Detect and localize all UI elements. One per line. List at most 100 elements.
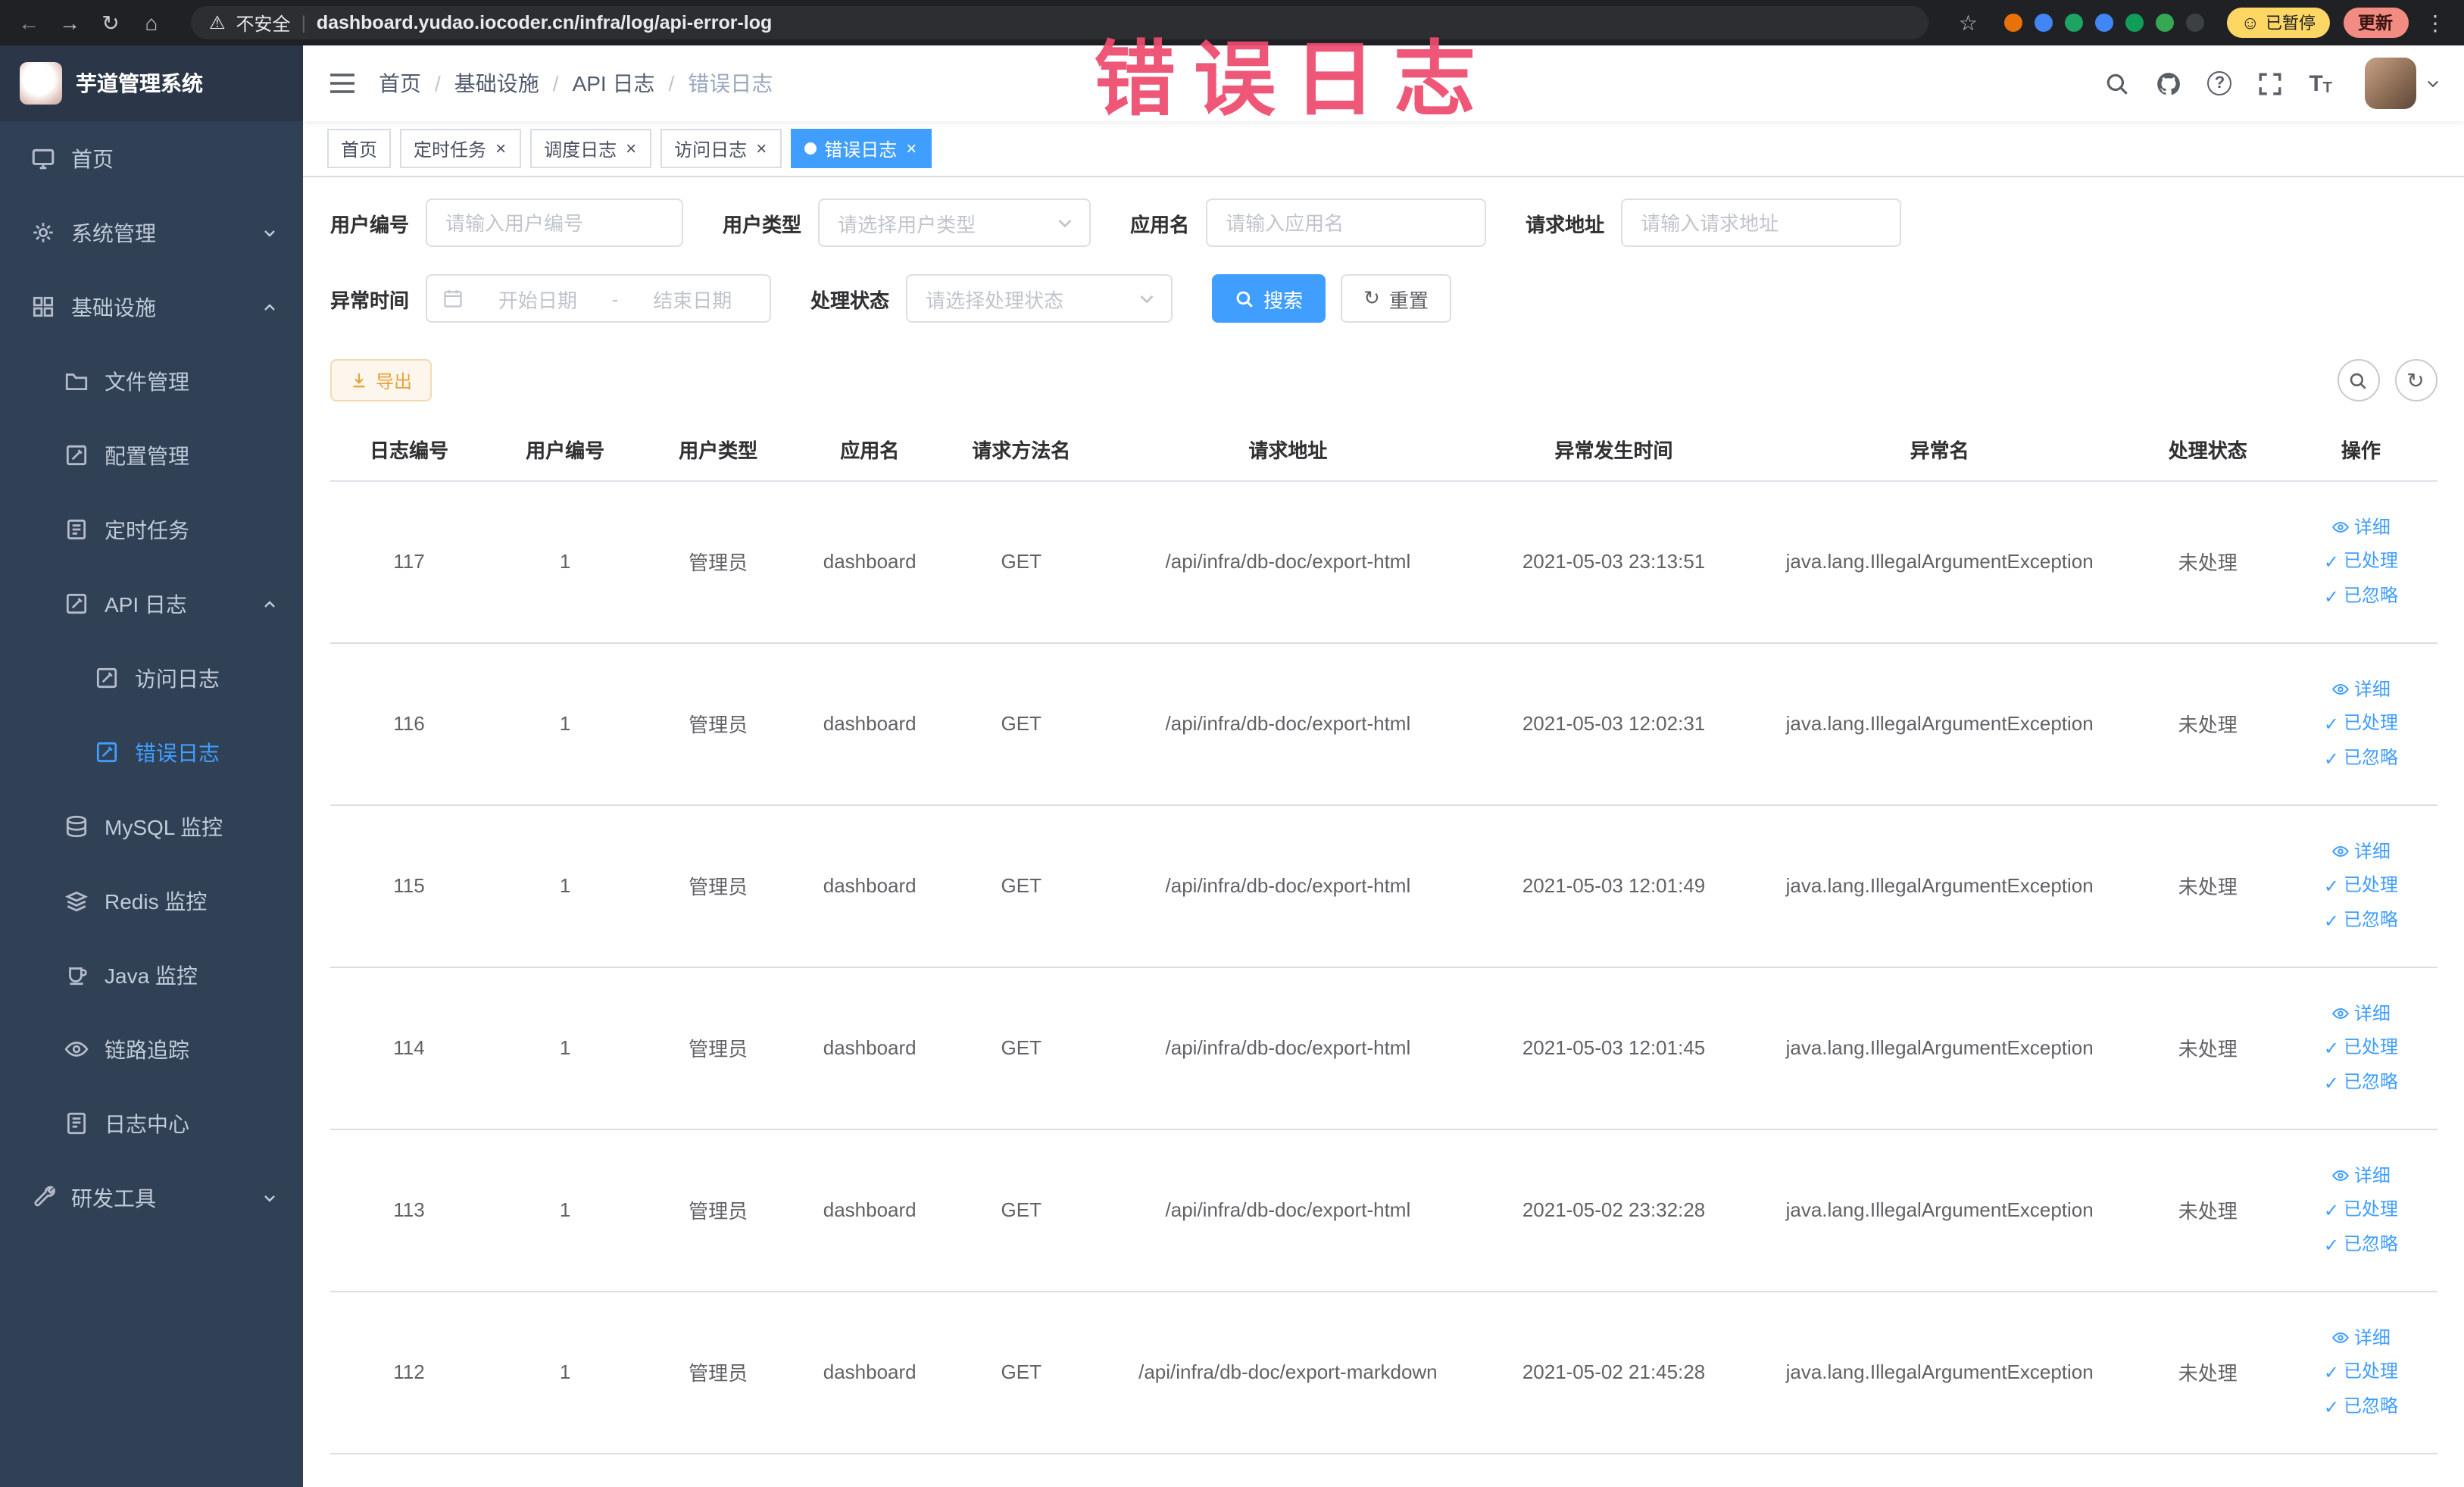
extension-icon[interactable]	[2095, 14, 2114, 32]
cell-process-status: 未处理	[2130, 642, 2285, 805]
mark-processed-link[interactable]: ✓ 已处理	[2285, 543, 2437, 578]
sidebar-item-log-center[interactable]: 日志中心	[0, 1086, 303, 1161]
back-icon[interactable]: ←	[15, 12, 42, 33]
detail-link[interactable]: 详细	[2285, 510, 2437, 543]
sidebar-item-redis-monitor[interactable]: Redis 监控	[0, 864, 303, 938]
sidebar-item-file-management[interactable]: 文件管理	[0, 344, 303, 418]
cell-exception-name: java.lang.IllegalArgumentException	[1748, 967, 2131, 1129]
sidebar-item-trace[interactable]: 链路追踪	[0, 1012, 303, 1086]
close-icon[interactable]: ×	[904, 139, 918, 158]
mark-ignored-link[interactable]: ✓ 已忽略	[2285, 902, 2437, 937]
extension-icon[interactable]	[2065, 14, 2084, 32]
sidebar-item-system-management[interactable]: 系统管理	[0, 195, 303, 270]
mark-processed-link[interactable]: ✓ 已处理	[2285, 705, 2437, 740]
fullscreen-icon[interactable]	[2257, 70, 2283, 96]
page-header: 首页 / 基础设施 / API 日志 / 错误日志 ? TT	[303, 45, 2464, 121]
mark-processed-link[interactable]: ✓ 已处理	[2285, 867, 2437, 902]
mark-ignored-link[interactable]: ✓ 已忽略	[2285, 740, 2437, 775]
forward-icon[interactable]: →	[56, 12, 83, 33]
app-name-input[interactable]	[1206, 198, 1487, 247]
search-button[interactable]: 搜索	[1212, 274, 1326, 323]
breadcrumb-home[interactable]: 首页	[379, 68, 421, 98]
chevron-down-icon	[1056, 214, 1074, 232]
sidebar-item-scheduled-tasks[interactable]: 定时任务	[0, 492, 303, 567]
detail-link[interactable]: 详细	[2285, 672, 2437, 705]
github-icon[interactable]	[2156, 70, 2181, 96]
search-toggle-button[interactable]	[2337, 359, 2379, 401]
paused-extension-badge[interactable]: ☺ 已暂停	[2227, 8, 2329, 38]
sidebar-item-dev-tools[interactable]: 研发工具	[0, 1161, 303, 1235]
mark-ignored-link[interactable]: ✓ 已忽略	[2285, 1064, 2437, 1099]
cell-log-id: 113	[330, 1129, 489, 1292]
browser-menu-icon[interactable]: ⋮	[2422, 10, 2449, 36]
home-icon[interactable]: ⌂	[138, 12, 165, 33]
table-row: 115 1 管理员 dashboard GET/api/infra/db-doc/exp…	[330, 804, 2437, 967]
cell-method: GET	[945, 804, 1098, 967]
sidebar: 芋道管理系统 首页 系统管理 基础设施 文件管理 配置管理 定时任务 API 日…	[0, 45, 303, 1487]
mark-processed-link[interactable]: ✓ 已处理	[2285, 1354, 2437, 1389]
sidebar-item-label: 研发工具	[71, 1186, 156, 1210]
extension-icon[interactable]	[2004, 14, 2023, 32]
breadcrumb-infrastructure[interactable]: 基础设施	[454, 68, 539, 98]
sidebar-item-infrastructure[interactable]: 基础设施	[0, 270, 303, 344]
user-menu[interactable]	[2364, 58, 2440, 109]
extension-icon[interactable]	[2156, 14, 2175, 32]
cell-request-url: /api/infra/db-doc/export-html	[1097, 642, 1479, 805]
cell-process-status: 未处理	[2130, 967, 2285, 1129]
search-icon[interactable]	[2104, 70, 2130, 96]
font-size-icon[interactable]: TT	[2309, 70, 2332, 96]
update-button[interactable]: 更新	[2343, 8, 2408, 38]
mark-processed-link[interactable]: ✓ 已处理	[2285, 1192, 2437, 1226]
tab-home[interactable]: 首页	[327, 129, 392, 168]
tab-error-logs[interactable]: 错误日志 ×	[791, 129, 932, 168]
mark-ignored-link[interactable]: ✓ 已忽略	[2285, 1389, 2437, 1423]
sidebar-item-config-management[interactable]: 配置管理	[0, 418, 303, 492]
cell-exception-time: 2021-05-03 12:02:31	[1479, 642, 1749, 805]
collapse-sidebar-icon[interactable]	[327, 68, 358, 98]
detail-link[interactable]: 详细	[2285, 834, 2437, 867]
sidebar-menu: 首页 系统管理 基础设施 文件管理 配置管理 定时任务 API 日志 访问日志 …	[0, 121, 303, 1487]
cell-log-id: 115	[330, 804, 489, 967]
extension-icon[interactable]	[2186, 14, 2205, 32]
extension-icon[interactable]	[2125, 14, 2144, 32]
close-icon[interactable]: ×	[754, 139, 768, 158]
sidebar-item-mysql-monitor[interactable]: MySQL 监控	[0, 789, 303, 864]
sidebar-item-error-logs[interactable]: 错误日志	[0, 715, 303, 789]
sidebar-item-java-monitor[interactable]: Java 监控	[0, 938, 303, 1012]
sidebar-item-api-logs[interactable]: API 日志	[0, 567, 303, 641]
help-icon[interactable]: ?	[2207, 71, 2232, 95]
user-type-select[interactable]: 请选择用户类型	[818, 198, 1091, 247]
mark-processed-link[interactable]: ✓ 已处理	[2285, 1029, 2437, 1064]
extension-icon[interactable]	[2035, 14, 2053, 32]
export-button[interactable]: 导出	[330, 359, 433, 401]
detail-link[interactable]: 详细	[2285, 1320, 2437, 1354]
bookmark-star-icon[interactable]: ☆	[1954, 12, 1982, 33]
breadcrumb-separator: /	[552, 71, 559, 95]
cell-process-status: 未处理	[2130, 804, 2285, 967]
date-range-picker[interactable]: 开始日期 - 结束日期	[426, 274, 772, 323]
detail-link[interactable]: 详细	[2285, 996, 2437, 1029]
app-logo[interactable]: 芋道管理系统	[0, 45, 303, 121]
process-status-select[interactable]: 请选择处理状态	[906, 274, 1173, 323]
request-url-input[interactable]	[1621, 198, 1902, 247]
detail-link[interactable]: 详细	[2285, 1158, 2437, 1192]
reset-button[interactable]: ↻ 重置	[1341, 274, 1451, 323]
mark-ignored-link[interactable]: ✓ 已忽略	[2285, 1226, 2437, 1261]
sidebar-item-access-logs[interactable]: 访问日志	[0, 641, 303, 715]
sidebar-item-home[interactable]: 首页	[0, 121, 303, 195]
user-id-input[interactable]	[426, 198, 684, 247]
eye-icon	[64, 1036, 89, 1062]
cell-exception-name: java.lang.IllegalArgumentException	[1748, 480, 2131, 643]
cell-log-id: 116	[330, 642, 489, 805]
reload-icon[interactable]: ↻	[97, 12, 124, 33]
refresh-button[interactable]: ↻	[2394, 359, 2437, 401]
edit-icon	[64, 442, 89, 468]
close-icon[interactable]: ×	[494, 139, 507, 158]
tab-access-logs[interactable]: 访问日志 ×	[661, 129, 782, 168]
tab-scheduled-tasks[interactable]: 定时任务 ×	[400, 129, 522, 168]
address-bar[interactable]: ⚠ 不安全 | dashboard.yudao.iocoder.cn/infra…	[191, 6, 1929, 39]
breadcrumb-api-logs[interactable]: API 日志	[573, 68, 655, 98]
close-icon[interactable]: ×	[624, 139, 638, 158]
tab-schedule-logs[interactable]: 调度日志 ×	[530, 129, 652, 168]
mark-ignored-link[interactable]: ✓ 已忽略	[2285, 578, 2437, 613]
